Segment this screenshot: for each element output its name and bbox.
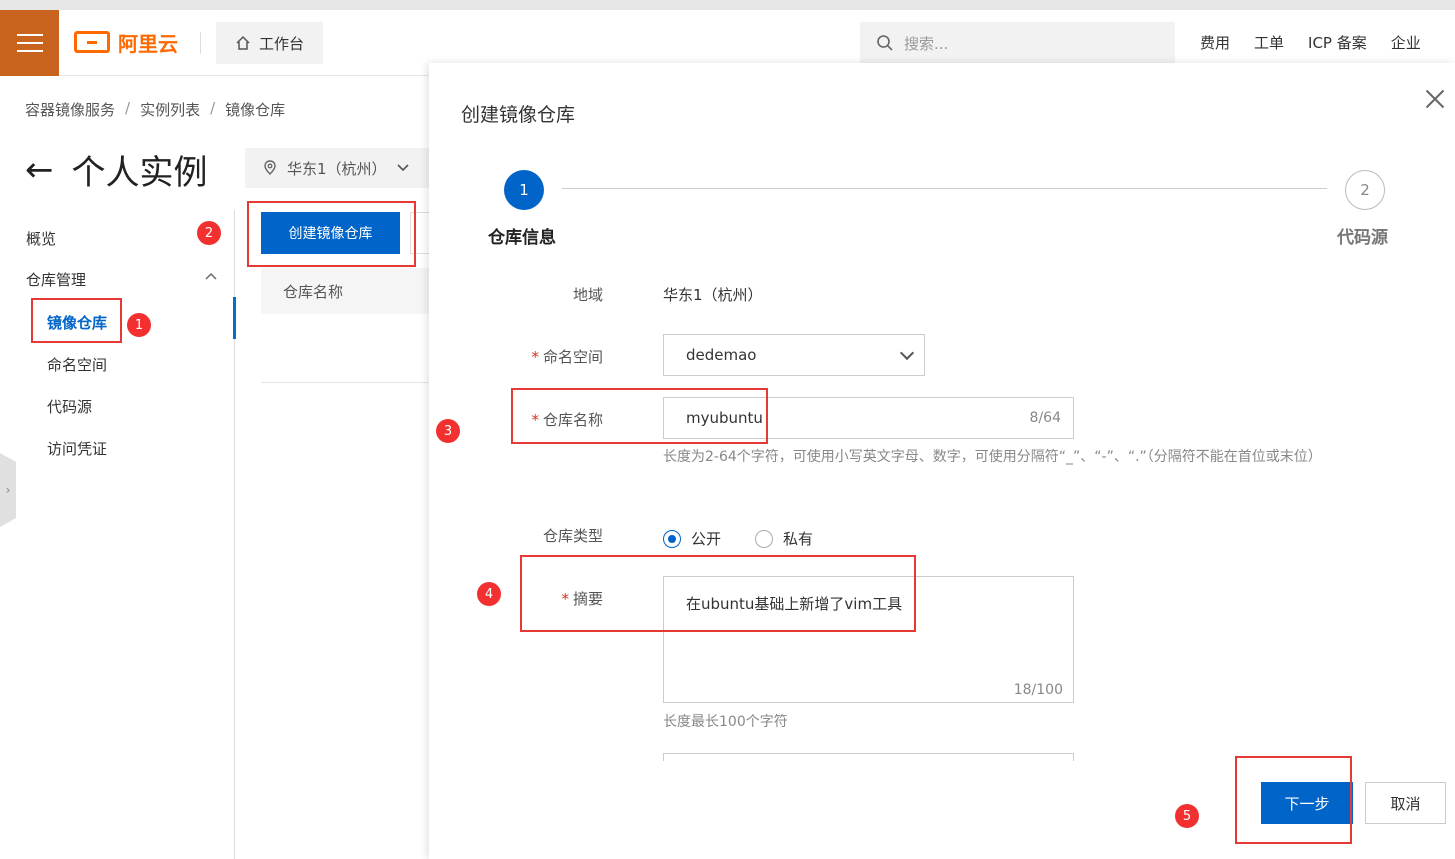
summary-hint: 长度最长100个字符 [663, 714, 788, 730]
sidebar-item-access-credentials[interactable]: 访问凭证 [47, 438, 107, 459]
region-label: 华东1（杭州） [287, 159, 387, 178]
search-input[interactable]: 搜索... [860, 22, 1175, 64]
aliyun-logo-icon [74, 31, 110, 53]
namespace-label-text: 命名空间 [542, 348, 603, 366]
table-row-divider [261, 382, 430, 383]
sidebar-collapse-handle[interactable]: › [0, 453, 16, 527]
sidebar-item-overview[interactable]: 概览 [26, 228, 56, 249]
next-field-partial[interactable] [663, 753, 1074, 761]
brand-name: 阿里云 [118, 31, 178, 56]
region-field-value: 华东1（杭州） [663, 286, 763, 304]
breadcrumb: 容器镜像服务 / 实例列表 / 镜像仓库 [25, 99, 285, 120]
sidebar-item-code-sources[interactable]: 代码源 [47, 396, 92, 417]
workbench-button[interactable]: 工作台 [216, 22, 323, 64]
back-arrow-icon[interactable]: ← [25, 150, 54, 190]
required-mark: * [531, 348, 539, 366]
create-repo-dialog: 创建镜像仓库 1 2 仓库信息 代码源 地域 华东1（杭州） * 命名空间 ded… [429, 63, 1455, 859]
annotation-badge-4: 4 [477, 582, 501, 606]
region-selector[interactable]: 华东1（杭州） [245, 148, 430, 188]
hamburger-menu-button[interactable] [0, 10, 59, 76]
divider [200, 32, 201, 54]
annotation-box-next-button [1235, 756, 1352, 844]
chevron-up-icon[interactable] [205, 272, 217, 280]
chevron-down-icon [396, 164, 409, 172]
repo-type-field-label: 仓库类型 [542, 527, 603, 545]
cancel-button[interactable]: 取消 [1365, 782, 1446, 824]
repo-name-hint: 长度为2-64个字符，可使用小写英文字母、数字，可使用分隔符“_”、“-”、“.… [663, 449, 1322, 465]
browser-top-strip [0, 0, 1455, 10]
radio-public-label: 公开 [691, 530, 722, 548]
close-icon[interactable] [1423, 87, 1447, 111]
table-header-repo-name: 仓库名称 [261, 268, 430, 314]
link-enterprise[interactable]: 企业 [1391, 32, 1421, 53]
home-icon [236, 35, 250, 50]
breadcrumb-item: 镜像仓库 [225, 101, 286, 119]
annotation-badge-1: 1 [127, 313, 151, 337]
namespace-selected-value: dedemao [686, 346, 757, 364]
link-icp[interactable]: ICP 备案 [1308, 32, 1367, 53]
repo-name-char-count: 8/64 [1029, 410, 1061, 426]
annotation-box-summary [520, 555, 916, 632]
step-connector [562, 188, 1327, 189]
annotation-badge-2: 2 [197, 221, 221, 245]
location-pin-icon [264, 160, 276, 175]
annotation-box-image-repo [31, 298, 122, 343]
menu-line [16, 50, 43, 52]
namespace-select[interactable]: dedemao [663, 334, 925, 376]
step-2-indicator: 2 [1345, 170, 1385, 210]
radio-checked-icon [663, 529, 681, 548]
radio-public[interactable]: 公开 [663, 528, 721, 549]
breadcrumb-item[interactable]: 实例列表 [140, 99, 200, 120]
sidebar-item-namespaces[interactable]: 命名空间 [47, 354, 107, 375]
top-links: 费用 工单 ICP 备案 企业 [1200, 32, 1421, 53]
summary-char-count: 18/100 [1013, 682, 1063, 698]
annotation-badge-5: 5 [1175, 804, 1199, 828]
dialog-title: 创建镜像仓库 [461, 104, 576, 126]
breadcrumb-separator: / [125, 99, 131, 117]
namespace-field-label: * 命名空间 [453, 346, 603, 367]
link-fees[interactable]: 费用 [1200, 32, 1230, 53]
sidebar-group-repo-management[interactable]: 仓库管理 [26, 269, 86, 290]
breadcrumb-item[interactable]: 容器镜像服务 [25, 99, 115, 120]
step-1-indicator: 1 [504, 170, 544, 210]
aliyun-logo[interactable]: 阿里云 [74, 28, 178, 56]
step-2-label: 代码源 [1337, 228, 1388, 248]
search-icon [877, 35, 893, 51]
chevron-down-icon [899, 345, 915, 361]
menu-line [16, 42, 43, 44]
page-header: ← 个人实例 [25, 145, 208, 194]
radio-private-label: 私有 [783, 530, 814, 548]
breadcrumb-separator: / [210, 99, 216, 117]
step-1-label: 仓库信息 [488, 228, 556, 248]
region-field-label: 地域 [572, 286, 603, 304]
radio-private[interactable]: 私有 [755, 528, 813, 549]
page-title: 个人实例 [71, 153, 208, 193]
search-placeholder: 搜索... [904, 34, 949, 53]
workbench-label: 工作台 [258, 34, 304, 53]
annotation-badge-3: 3 [436, 419, 460, 443]
radio-unchecked-icon [755, 529, 773, 548]
active-indicator [233, 297, 236, 339]
annotation-box-create-button [247, 201, 416, 267]
menu-line [16, 34, 43, 36]
link-tickets[interactable]: 工单 [1254, 32, 1284, 53]
annotation-box-repo-name [511, 388, 768, 444]
